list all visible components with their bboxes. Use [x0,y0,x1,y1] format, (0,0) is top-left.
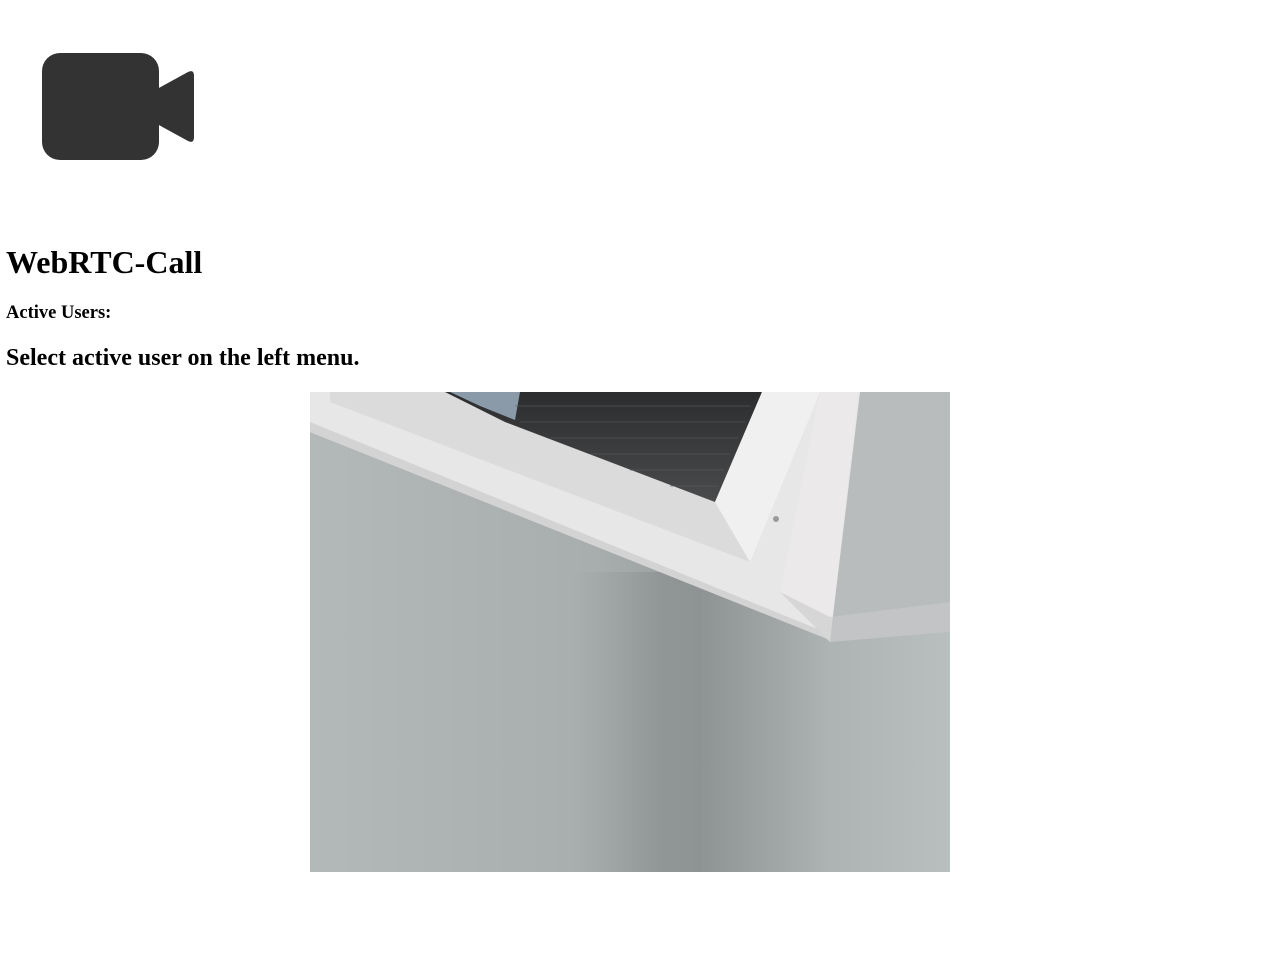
local-video [310,392,950,872]
video-camera-icon [42,53,195,160]
page: WebRTC-Call Active Users: Select active … [0,0,1277,968]
page-title: WebRTC-Call [6,244,203,280]
active-users-heading: Active Users: [6,303,112,323]
select-user-hint: Select active user on the left menu. [6,345,360,371]
